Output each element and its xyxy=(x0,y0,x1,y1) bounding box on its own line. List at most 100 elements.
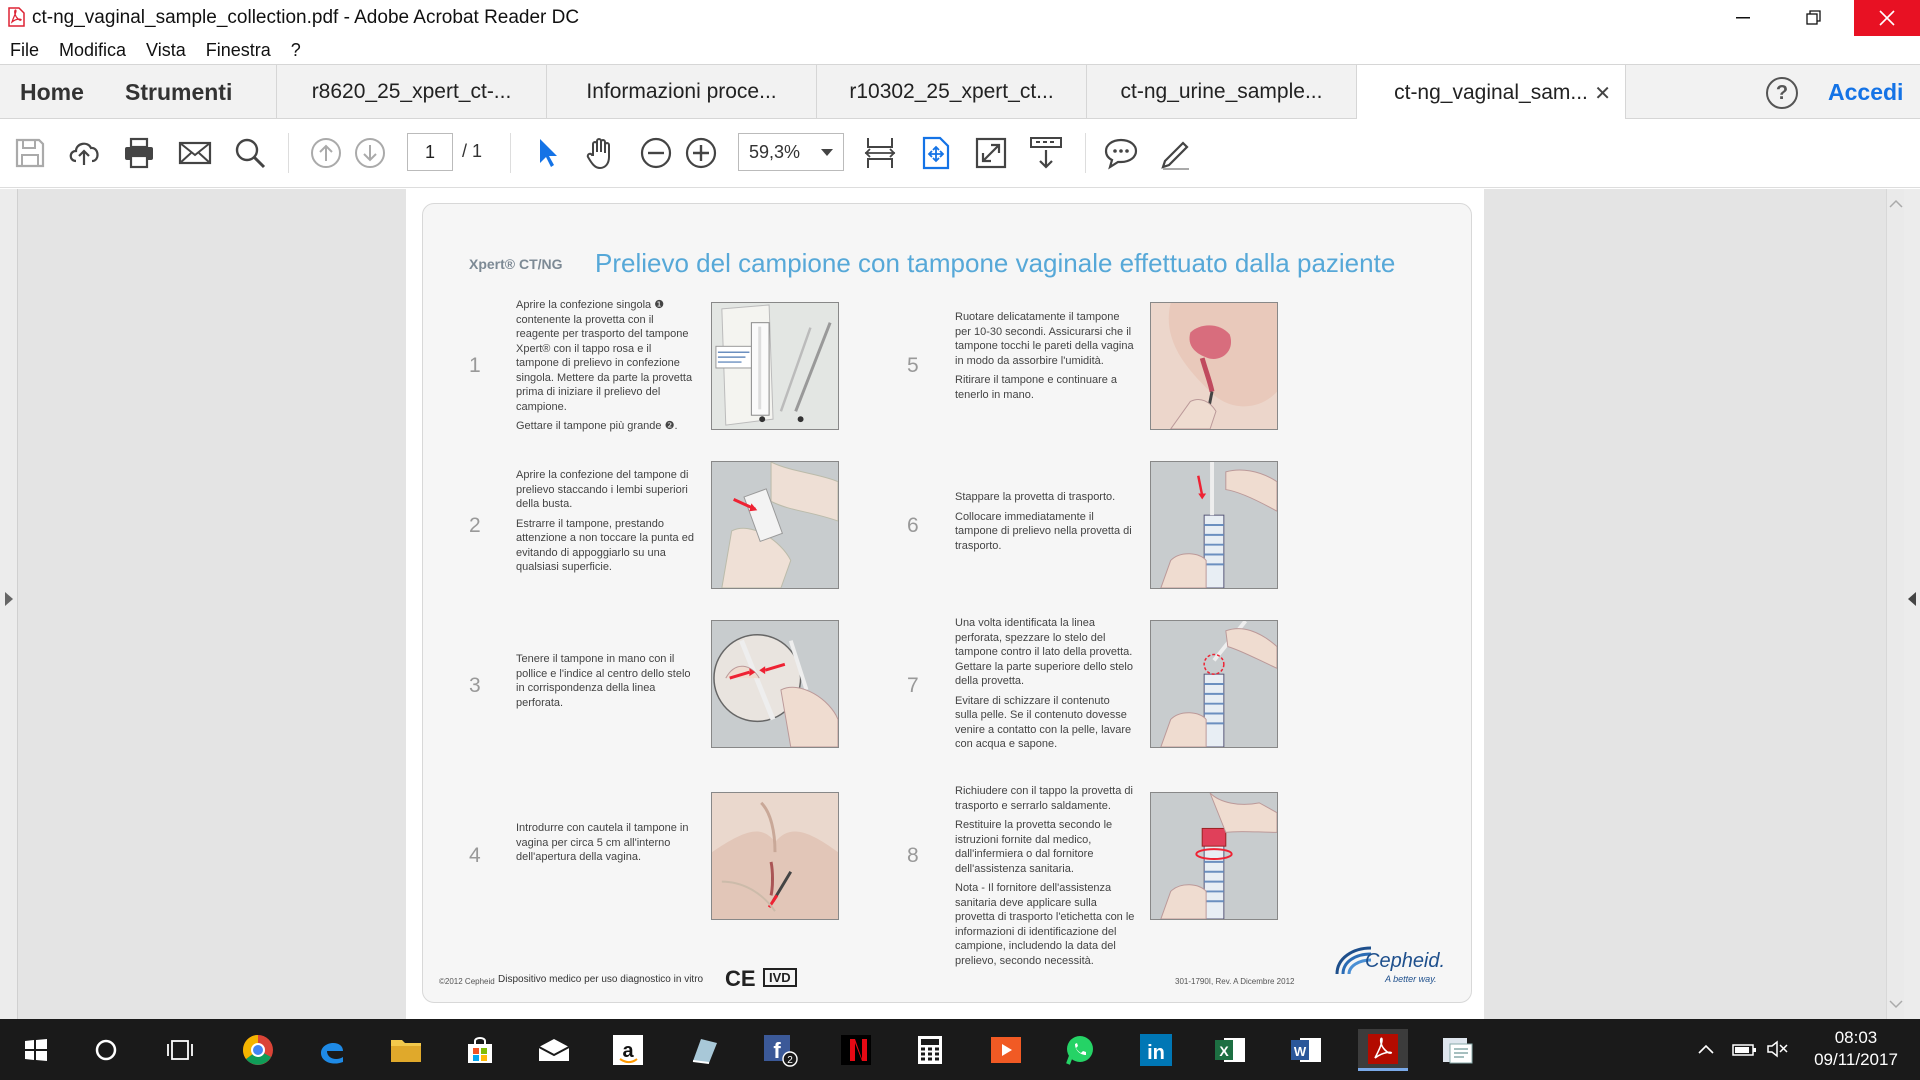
tab-close-icon[interactable]: ✕ xyxy=(1594,81,1611,106)
amazon-icon: a xyxy=(613,1035,643,1065)
calculator-icon xyxy=(918,1036,942,1064)
step-illustration-anatomy xyxy=(1150,302,1278,430)
zoom-out-icon[interactable] xyxy=(638,135,674,171)
taskbar-edge[interactable] xyxy=(310,1029,354,1071)
step-paragraph: Stappare la provetta di trasporto. xyxy=(955,491,1116,503)
step-number: 5 xyxy=(907,354,919,377)
step-text: Introdurre con cautela il tampone in vag… xyxy=(516,821,696,870)
taskbar-calculator[interactable] xyxy=(908,1029,952,1071)
email-icon[interactable] xyxy=(177,135,213,171)
chevron-left-icon xyxy=(1908,592,1916,606)
file-explorer-icon xyxy=(391,1040,421,1062)
task-view-button[interactable] xyxy=(158,1029,202,1071)
instruction-card: Xpert® CT/NG Prelievo del campione con t… xyxy=(422,203,1472,1003)
save-icon[interactable] xyxy=(12,135,48,171)
taskbar-app[interactable] xyxy=(682,1029,726,1071)
cortana-button[interactable] xyxy=(84,1029,128,1071)
step-number: 4 xyxy=(469,844,481,867)
taskbar-app-2[interactable] xyxy=(1436,1029,1480,1071)
menu-file[interactable]: File xyxy=(10,36,39,64)
ivd-mark: IVD xyxy=(763,968,797,987)
taskbar-netflix[interactable] xyxy=(834,1029,878,1071)
menu-vista[interactable]: Vista xyxy=(146,36,186,64)
start-button[interactable] xyxy=(14,1029,58,1071)
taskbar-store[interactable] xyxy=(458,1029,502,1071)
sign-icon[interactable] xyxy=(1157,135,1193,171)
toolbar: 1 / 1 59,3% xyxy=(0,119,1920,188)
taskbar-file-explorer[interactable] xyxy=(384,1029,428,1071)
expand-icon[interactable] xyxy=(973,135,1009,171)
taskbar-clock[interactable]: 08:03 09/11/2017 xyxy=(1806,1027,1906,1071)
menu-modifica[interactable]: Modifica xyxy=(59,36,126,64)
taskbar-facebook[interactable]: f2 xyxy=(758,1029,802,1071)
document-tab[interactable]: ct-ng_urine_sample... xyxy=(1086,65,1356,119)
taskbar-excel[interactable]: X xyxy=(1208,1029,1252,1071)
netflix-icon xyxy=(841,1035,871,1065)
comment-icon[interactable] xyxy=(1103,135,1139,171)
taskbar-amazon[interactable]: a xyxy=(606,1029,650,1071)
windows-taskbar: a f2 in X W 08:03 09/11/2017 xyxy=(0,1019,1920,1080)
toolbar-separator xyxy=(1085,133,1086,173)
menu-bar: File Modifica Vista Finestra ? xyxy=(0,36,1920,64)
step-paragraph: Aprire la confezione del tampone di prel… xyxy=(516,469,689,510)
taskbar-mail[interactable] xyxy=(532,1029,576,1071)
restore-button[interactable] xyxy=(1783,0,1845,36)
step-text: Stappare la provetta di trasporto. Collo… xyxy=(955,490,1135,558)
minimize-button[interactable] xyxy=(1712,0,1774,36)
battery-icon[interactable] xyxy=(1732,1041,1758,1057)
upload-icon[interactable] xyxy=(66,135,102,171)
taskbar-whatsapp[interactable] xyxy=(1058,1029,1102,1071)
close-button[interactable] xyxy=(1854,0,1920,36)
prev-page-icon[interactable] xyxy=(308,135,344,171)
right-pane-toggle[interactable] xyxy=(1904,189,1920,1019)
title-bar: ct-ng_vaginal_sample_collection.pdf - Ad… xyxy=(0,0,1920,36)
tab-bar: Home Strumenti r8620_25_xpert_ct-... Inf… xyxy=(0,64,1920,121)
full-screen-icon[interactable] xyxy=(918,135,954,171)
page-number-input[interactable]: 1 xyxy=(407,133,453,171)
svg-text:2: 2 xyxy=(787,1055,793,1066)
windows-start-icon xyxy=(25,1039,47,1061)
whatsapp-icon xyxy=(1066,1036,1093,1065)
taskbar-video[interactable] xyxy=(984,1029,1028,1071)
search-icon[interactable] xyxy=(232,135,268,171)
step-text: Ruotare delicatamente il tampone per 10-… xyxy=(955,310,1135,407)
clock-date: 09/11/2017 xyxy=(1814,1050,1898,1069)
facebook-icon: f2 xyxy=(764,1035,798,1067)
signin-link[interactable]: Accedi xyxy=(1828,79,1903,106)
taskbar-chrome[interactable] xyxy=(236,1029,280,1071)
store-icon xyxy=(468,1037,492,1063)
tray-chevron-up-icon[interactable] xyxy=(1698,1043,1714,1055)
svg-text:in: in xyxy=(1147,1042,1165,1064)
taskbar-acrobat[interactable] xyxy=(1358,1029,1408,1071)
step-illustration-insert-swab xyxy=(711,792,839,920)
tab-label: r10302_25_xpert_ct... xyxy=(849,80,1054,103)
menu-finestra[interactable]: Finestra xyxy=(206,36,271,64)
zoom-in-icon[interactable] xyxy=(683,135,719,171)
close-icon xyxy=(1879,10,1895,26)
nav-tools[interactable]: Strumenti xyxy=(125,79,232,106)
svg-text:X: X xyxy=(1219,1043,1229,1059)
taskbar-linkedin[interactable]: in xyxy=(1134,1029,1178,1071)
taskbar-word[interactable]: W xyxy=(1284,1029,1328,1071)
document-tab[interactable]: r10302_25_xpert_ct... xyxy=(816,65,1086,119)
zoom-select[interactable]: 59,3% xyxy=(738,133,844,171)
scroll-mode-icon[interactable] xyxy=(1028,135,1064,171)
document-tab-active[interactable]: ct-ng_vaginal_sam... ✕ xyxy=(1356,65,1626,121)
volume-muted-icon[interactable] xyxy=(1766,1039,1790,1059)
fit-page-icon[interactable] xyxy=(862,135,898,171)
hand-icon[interactable] xyxy=(583,135,619,171)
help-icon[interactable]: ? xyxy=(1766,77,1798,109)
paint-app-icon xyxy=(1443,1038,1473,1064)
tab-label: ct-ng_vaginal_sam... xyxy=(1394,81,1588,104)
print-icon[interactable] xyxy=(121,135,157,171)
acrobat-file-icon xyxy=(8,7,25,27)
nav-home[interactable]: Home xyxy=(20,79,84,106)
left-pane-toggle[interactable] xyxy=(0,189,18,1019)
document-tab[interactable]: r8620_25_xpert_ct-... xyxy=(276,65,546,119)
select-cursor-icon[interactable] xyxy=(530,135,566,171)
vertical-scrollbar[interactable] xyxy=(1886,189,1904,1019)
document-tab[interactable]: Informazioni proce... xyxy=(546,65,816,119)
menu-help[interactable]: ? xyxy=(291,36,301,64)
step-text: Aprire la confezione del tampone di prel… xyxy=(516,468,696,580)
next-page-icon[interactable] xyxy=(352,135,388,171)
